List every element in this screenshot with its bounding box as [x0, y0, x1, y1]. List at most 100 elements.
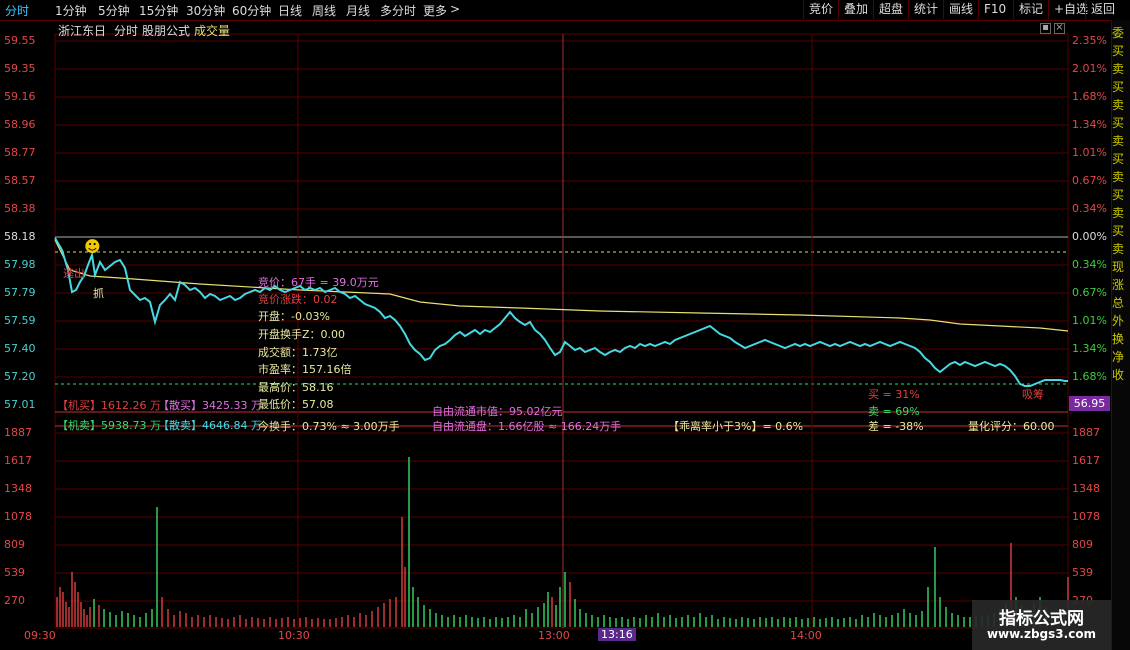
volume-tick-right: 1617: [1072, 454, 1100, 467]
volume-tick: 1078: [4, 510, 32, 523]
open-turnover-info: 开盘换手Z：0.00: [258, 328, 346, 341]
float-value-info: 自由流通市值：95.02亿元: [432, 405, 563, 418]
view-label: 分时: [114, 24, 139, 38]
volume-tick: 1348: [4, 482, 32, 495]
escape-mark: 逃出: [63, 267, 85, 280]
pe-info: 市盈率：157.16倍: [258, 363, 352, 376]
price-tick: 58.38: [4, 202, 36, 215]
turnover-info: 今换手：0.73% ≈ 3.00万手: [258, 420, 400, 433]
price-tick: 58.18: [4, 230, 36, 243]
price-tick: 57.01: [4, 398, 36, 411]
chart-frame: [54, 33, 1069, 629]
settings-icon[interactable]: ▪: [1040, 23, 1051, 34]
inst-buy-info: 【机买】1612.26 万: [57, 399, 161, 412]
volume-tick-right: 809: [1072, 538, 1093, 551]
volume-tick-right: 1887: [1072, 426, 1100, 439]
pct-tick: 1.01%: [1072, 146, 1107, 159]
close-icon[interactable]: ×: [1054, 23, 1065, 34]
pct-tick: 1.01%: [1072, 314, 1107, 327]
right-strip-label: 净: [1112, 350, 1125, 364]
watermark-title: 指标公式网: [999, 609, 1084, 629]
bid-info: 竞价：67手 = 39.0万元: [258, 276, 379, 289]
volume-tick: 539: [4, 566, 25, 579]
buy-pct-info: 买 = 31%: [868, 388, 920, 401]
time-tick: 10:30: [278, 629, 310, 642]
deviation-info: 【乖离率小于3%】= 0.6%: [668, 420, 804, 433]
price-tick: 59.16: [4, 90, 36, 103]
pct-tick: 0.34%: [1072, 258, 1107, 271]
pct-tick: 2.01%: [1072, 62, 1107, 75]
right-strip-label: 委: [1112, 26, 1125, 40]
price-tick: 58.96: [4, 118, 36, 131]
bid-change-info: 竞价涨跌：0.02: [258, 293, 338, 306]
amount-info: 成交额：1.73亿: [258, 346, 338, 359]
score-info: 量化评分：60.00: [968, 420, 1055, 433]
retail-buy-info: 【散买】3425.33 万: [158, 399, 262, 412]
pct-tick: 1.68%: [1072, 370, 1107, 383]
time-tick: 14:00: [790, 629, 822, 642]
current-price-tag: 56.95: [1069, 396, 1110, 411]
diff-pct-info: 差 = -38%: [868, 420, 924, 433]
right-strip-label: 卖: [1112, 62, 1125, 76]
pct-tick: 2.35%: [1072, 34, 1107, 47]
pct-tick: 0.00%: [1072, 230, 1107, 243]
sell-pct-info: 卖 = 69%: [868, 405, 920, 418]
price-tick: 59.55: [4, 34, 36, 47]
smiley-icon: ☻: [84, 237, 101, 256]
pct-tick: 1.34%: [1072, 342, 1107, 355]
indicator-label: 成交量: [194, 24, 231, 38]
high-info: 最高价：58.16: [258, 381, 334, 394]
grab-mark: 抓: [93, 287, 104, 300]
pct-tick: 0.67%: [1072, 174, 1107, 187]
formula-label: 股朋公式: [142, 24, 191, 38]
right-strip-label: 买: [1112, 188, 1125, 202]
crosshair-time-tag: 13:16: [598, 628, 636, 641]
intraday-chart[interactable]: [0, 0, 1130, 650]
inst-sell-info: 【机卖】5938.73 万: [57, 419, 161, 432]
right-strip-label: 外: [1112, 314, 1125, 328]
pct-tick: 1.68%: [1072, 90, 1107, 103]
pct-tick: 0.34%: [1072, 202, 1107, 215]
retail-sell-info: 【散卖】4646.84 万: [158, 419, 262, 432]
price-tick: 57.40: [4, 342, 36, 355]
low-info: 最低价：57.08: [258, 398, 334, 411]
right-strip-label: 卖: [1112, 206, 1125, 220]
watermark-url: www.zbgs3.com: [986, 627, 1097, 641]
volume-tick-right: 539: [1072, 566, 1093, 579]
right-strip-label: 卖: [1112, 134, 1125, 148]
price-tick: 58.57: [4, 174, 36, 187]
price-line: [54, 237, 1068, 387]
open-info: 开盘：-0.03%: [258, 310, 330, 323]
price-tick: 57.79: [4, 286, 36, 299]
time-tick: 13:00: [538, 629, 570, 642]
right-strip-label: 买: [1112, 80, 1125, 94]
price-tick: 59.35: [4, 62, 36, 75]
right-strip-label: 现: [1112, 260, 1125, 274]
right-strip-label: 买: [1112, 44, 1125, 58]
watermark: 指标公式网 www.zbgs3.com: [972, 600, 1111, 650]
pct-tick: 1.34%: [1072, 118, 1107, 131]
right-strip-label: 买: [1112, 152, 1125, 166]
volume-tick: 270: [4, 594, 25, 607]
right-strip-label: 总: [1112, 296, 1125, 310]
right-strip-label: 买: [1112, 224, 1125, 238]
price-tick: 58.77: [4, 146, 36, 159]
right-strip-label: 买: [1112, 116, 1125, 130]
absorb-mark: 吸筹: [1022, 388, 1044, 401]
price-tick: 57.20: [4, 370, 36, 383]
volume-tick-right: 1348: [1072, 482, 1100, 495]
average-price-line: [54, 239, 1069, 332]
float-shares-info: 自由流通盘：1.66亿股 ≈ 166.24万手: [432, 420, 622, 433]
right-strip-label: 涨: [1112, 278, 1125, 292]
chart-grid: [54, 33, 1069, 629]
pct-tick: 0.67%: [1072, 286, 1107, 299]
volume-tick: 1887: [4, 426, 32, 439]
right-strip-label: 卖: [1112, 98, 1125, 112]
price-tick: 57.98: [4, 258, 36, 271]
volume-tick-right: 1078: [1072, 510, 1100, 523]
time-tick: 09:30: [24, 629, 56, 642]
volume-tick: 809: [4, 538, 25, 551]
right-strip-label: 换: [1112, 332, 1125, 346]
volume-tick: 1617: [4, 454, 32, 467]
right-strip-label: 卖: [1112, 242, 1125, 256]
